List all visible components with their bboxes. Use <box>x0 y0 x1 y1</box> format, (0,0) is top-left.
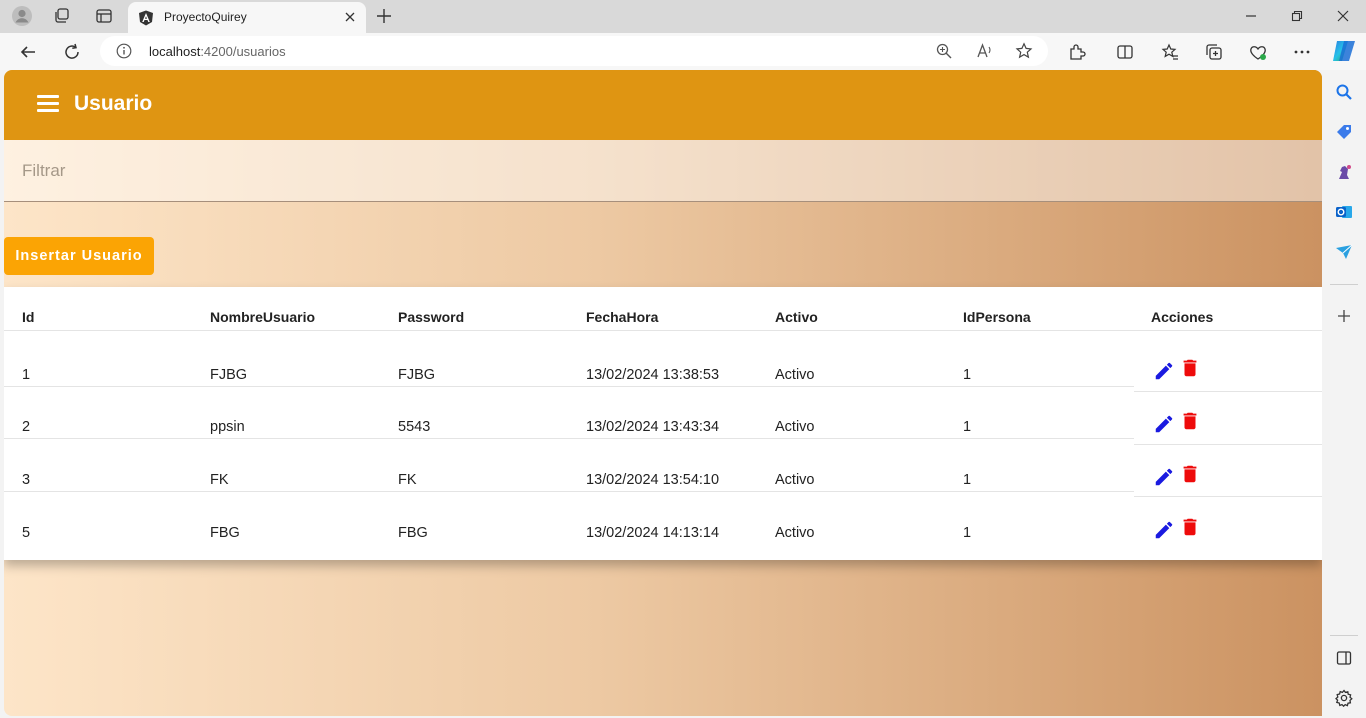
collections-icon[interactable] <box>1202 40 1226 64</box>
cell-password: FK <box>398 472 417 488</box>
delete-trash-icon[interactable] <box>1179 516 1201 538</box>
cell-id: 5 <box>22 525 31 541</box>
favorite-star-icon[interactable] <box>1015 42 1033 60</box>
search-icon[interactable] <box>1334 82 1354 102</box>
read-aloud-icon[interactable] <box>976 42 994 60</box>
filter-input[interactable] <box>4 140 1322 201</box>
insert-user-button[interactable]: Insertar Usuario <box>4 237 154 275</box>
cell-id: 3 <box>22 472 31 488</box>
settings-gear-icon[interactable] <box>1334 688 1354 708</box>
cell-activo: Activo <box>775 472 815 488</box>
filter-field <box>4 140 1322 202</box>
tab-actions-icon[interactable] <box>92 5 116 27</box>
cell-id: 2 <box>22 419 31 435</box>
delete-trash-icon[interactable] <box>1179 357 1201 379</box>
split-screen-icon[interactable] <box>1113 40 1137 64</box>
sidebar-divider <box>1330 284 1358 285</box>
cell-nombreusuario: ppsin <box>210 419 245 435</box>
site-info-icon[interactable] <box>116 43 132 59</box>
workspaces-icon[interactable] <box>50 5 74 27</box>
cell-nombreusuario: FBG <box>210 525 240 541</box>
copilot-icon[interactable] <box>1331 38 1357 64</box>
shopping-tag-icon[interactable] <box>1334 122 1354 142</box>
table-row: 5 FBG FBG 13/02/2024 14:13:14 Activo 1 <box>4 493 1322 560</box>
table-header: Id NombreUsuario Password FechaHora Acti… <box>4 287 1322 331</box>
edge-sidebar <box>1322 70 1366 718</box>
cell-id: 1 <box>22 367 31 383</box>
url-host: localhost <box>149 44 201 59</box>
games-icon[interactable] <box>1334 162 1354 182</box>
edit-pencil-icon[interactable] <box>1153 413 1175 435</box>
close-tab-icon[interactable] <box>342 9 358 25</box>
page-viewport: Usuario Insertar Usuario Id NombreUsuari… <box>4 70 1322 716</box>
zoom-icon[interactable] <box>935 42 953 60</box>
edit-pencil-icon[interactable] <box>1153 466 1175 488</box>
cell-idpersona: 1 <box>963 367 972 383</box>
column-header-password: Password <box>398 309 465 325</box>
hide-sidebar-icon[interactable] <box>1334 648 1354 668</box>
cell-password: 5543 <box>398 419 431 435</box>
browser-tab-strip: ProyectoQuirey <box>0 0 1366 33</box>
column-header-id: Id <box>22 309 35 325</box>
cell-nombreusuario: FJBG <box>210 367 248 383</box>
url-text: localhost:4200/usuarios <box>149 44 286 59</box>
cell-activo: Activo <box>775 525 815 541</box>
back-icon[interactable] <box>16 40 40 64</box>
delete-trash-icon[interactable] <box>1179 463 1201 485</box>
browser-tab[interactable]: ProyectoQuirey <box>128 2 366 33</box>
edit-pencil-icon[interactable] <box>1153 519 1175 541</box>
row-divider <box>4 438 1134 439</box>
url-path: :4200/usuarios <box>200 44 286 59</box>
send-icon[interactable] <box>1334 242 1354 262</box>
column-header-fechahora: FechaHora <box>586 309 659 325</box>
column-header-acciones: Acciones <box>1151 309 1214 325</box>
row-divider <box>4 491 1134 492</box>
cell-password: FBG <box>398 525 428 541</box>
restore-icon[interactable] <box>1287 6 1307 26</box>
cell-fechahora: 13/02/2024 13:38:53 <box>586 367 720 383</box>
table-row: 1 FJBG FJBG 13/02/2024 13:38:53 Activo 1 <box>4 331 1322 392</box>
more-menu-icon[interactable] <box>1290 40 1314 64</box>
table-row: 2 ppsin 5543 13/02/2024 13:43:34 Activo … <box>4 387 1322 445</box>
sidebar-divider <box>1330 635 1358 636</box>
refresh-icon[interactable] <box>60 40 84 64</box>
cell-idpersona: 1 <box>963 525 972 541</box>
edit-pencil-icon[interactable] <box>1153 360 1175 382</box>
app-toolbar: Usuario <box>4 70 1322 140</box>
close-window-icon[interactable] <box>1333 6 1353 26</box>
column-header-activo: Activo <box>775 309 818 325</box>
cell-fechahora: 13/02/2024 14:13:14 <box>586 525 720 541</box>
cell-fechahora: 13/02/2024 13:54:10 <box>586 472 720 488</box>
tab-title: ProyectoQuirey <box>164 10 247 24</box>
cell-password: FJBG <box>398 367 436 383</box>
menu-icon[interactable] <box>37 95 59 115</box>
extensions-icon[interactable] <box>1065 40 1089 64</box>
minimize-icon[interactable] <box>1241 6 1261 26</box>
outlook-icon[interactable] <box>1334 202 1354 222</box>
browser-toolbar: localhost:4200/usuarios <box>0 33 1366 70</box>
cell-activo: Activo <box>775 419 815 435</box>
column-header-idpersona: IdPersona <box>963 309 1031 325</box>
page-title: Usuario <box>74 92 153 115</box>
delete-trash-icon[interactable] <box>1179 410 1201 432</box>
new-tab-icon[interactable] <box>374 6 394 26</box>
profile-icon[interactable] <box>10 5 34 27</box>
favorites-icon[interactable] <box>1158 40 1182 64</box>
cell-idpersona: 1 <box>963 419 972 435</box>
cell-idpersona: 1 <box>963 472 972 488</box>
browser-essentials-icon[interactable] <box>1246 40 1270 64</box>
add-icon[interactable] <box>1334 306 1354 326</box>
users-table: Id NombreUsuario Password FechaHora Acti… <box>4 287 1322 560</box>
table-row: 3 FK FK 13/02/2024 13:54:10 Activo 1 <box>4 440 1322 497</box>
cell-activo: Activo <box>775 367 815 383</box>
angular-icon <box>139 10 153 26</box>
address-bar[interactable]: localhost:4200/usuarios <box>100 36 1048 66</box>
column-header-nombreusuario: NombreUsuario <box>210 309 316 325</box>
cell-fechahora: 13/02/2024 13:43:34 <box>586 419 720 435</box>
cell-nombreusuario: FK <box>210 472 229 488</box>
